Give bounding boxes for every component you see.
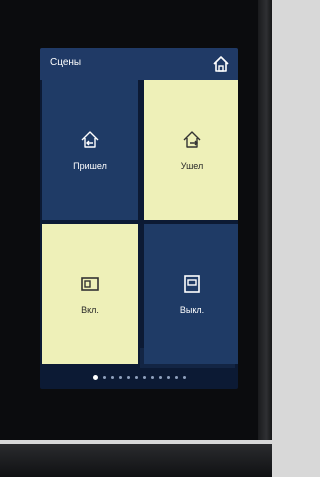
scene-label: Ушел (180, 161, 204, 171)
page-dot[interactable] (142, 375, 146, 379)
page-dot[interactable] (150, 375, 154, 379)
home-icon (213, 56, 229, 72)
scene-label: Вкл. (81, 305, 99, 315)
page-dot[interactable] (166, 375, 170, 379)
top-bar: Сцены (40, 48, 238, 80)
scene-tile-leave[interactable]: Ушел (144, 80, 238, 220)
touch-screen: Сцены Пришел Ушел Вкл. Выкл. (40, 48, 238, 389)
scene-tile-off[interactable]: Выкл. (144, 224, 238, 364)
page-dot[interactable] (118, 375, 122, 379)
page-indicator[interactable] (40, 373, 238, 381)
switch-off-icon (184, 275, 200, 293)
page-dot[interactable] (174, 375, 178, 379)
switch-on-icon (81, 277, 99, 291)
panel-device: Сцены Пришел Ушел Вкл. Выкл. (0, 0, 272, 440)
home-button[interactable] (211, 54, 231, 74)
page-dot[interactable] (102, 375, 106, 379)
device-edge (258, 0, 272, 440)
page-dot-active[interactable] (92, 374, 98, 380)
device-base (0, 444, 272, 477)
page-title: Сцены (50, 57, 82, 68)
scene-tile-on[interactable]: Вкл. (42, 224, 138, 364)
page-dot[interactable] (110, 375, 114, 379)
page-dot[interactable] (182, 375, 186, 379)
page-dot[interactable] (126, 375, 130, 379)
page-dot[interactable] (158, 375, 162, 379)
scene-label: Выкл. (179, 305, 205, 315)
home-leave-icon (183, 131, 201, 148)
home-arrive-icon (81, 131, 99, 148)
scene-label: Пришел (73, 161, 107, 171)
scene-tile-arrive[interactable]: Пришел (42, 80, 138, 220)
page-dot[interactable] (134, 375, 138, 379)
